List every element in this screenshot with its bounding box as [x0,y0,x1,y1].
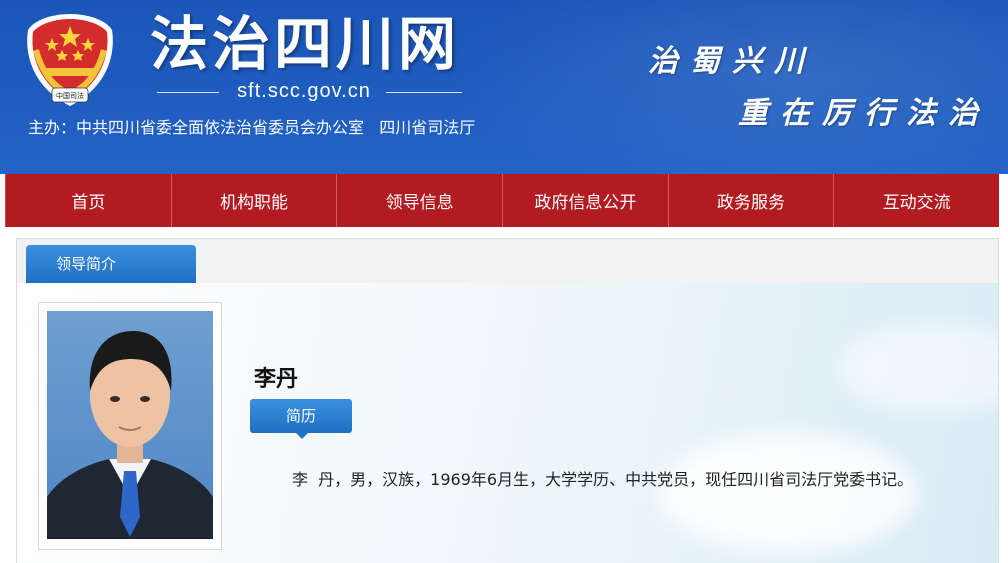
leader-photo [47,311,213,539]
resume-button[interactable]: 简历 [250,399,352,433]
tab-leader-profile[interactable]: 领导简介 [26,245,196,283]
background-cloud [837,323,998,413]
domain-row: sft.scc.gov.cn [157,80,462,104]
site-title[interactable]: 法治四川网 [150,12,460,76]
nav-item-services[interactable]: 政务服务 [669,174,835,227]
nav-item-leaders[interactable]: 领导信息 [337,174,504,227]
domain-divider-right [386,92,462,93]
emblem-text: 中国司法 [56,91,84,100]
profile-content: 李丹 简历 李 丹，男，汉族，1969年6月生，大学学历、中共党员，现任四川省司… [17,283,998,563]
tab-leader-profile-label: 领导简介 [56,255,117,273]
leader-panel: 领导简介 李丹 简历 李 丹，男，汉族，1969年6月生，大学学历、中共党员，现… [16,238,999,563]
tab-bar: 领导简介 [17,239,998,283]
resume-caret-icon [296,433,308,439]
leader-photo-frame [38,302,222,550]
nav-item-interaction[interactable]: 互动交流 [834,174,999,227]
slogan-line-1: 治蜀兴川 [648,44,816,79]
site-header: 中国司法 法治四川网 sft.scc.gov.cn 主办：中共四川省委全面依法治… [0,0,1008,174]
sponsor-text: 主办：中共四川省委全面依法治省委员会办公室 四川省司法厅 [28,118,476,137]
background-cloud [657,433,917,553]
nav-item-functions[interactable]: 机构职能 [172,174,338,227]
slogan-line-2: 重在厉行法治 [738,96,990,131]
nav-item-home[interactable]: 首页 [6,174,172,227]
nav-item-gov-info[interactable]: 政府信息公开 [503,174,669,227]
leader-bio: 李 丹，男，汉族，1969年6月生，大学学历、中共党员，现任四川省司法厅党委书记… [292,470,914,489]
site-domain: sft.scc.gov.cn [237,80,371,102]
main-nav: 首页 机构职能 领导信息 政府信息公开 政务服务 互动交流 [5,174,999,227]
justice-emblem-logo[interactable]: 中国司法 [22,10,118,110]
leader-name: 李丹 [254,367,299,392]
domain-divider-left [157,92,219,93]
